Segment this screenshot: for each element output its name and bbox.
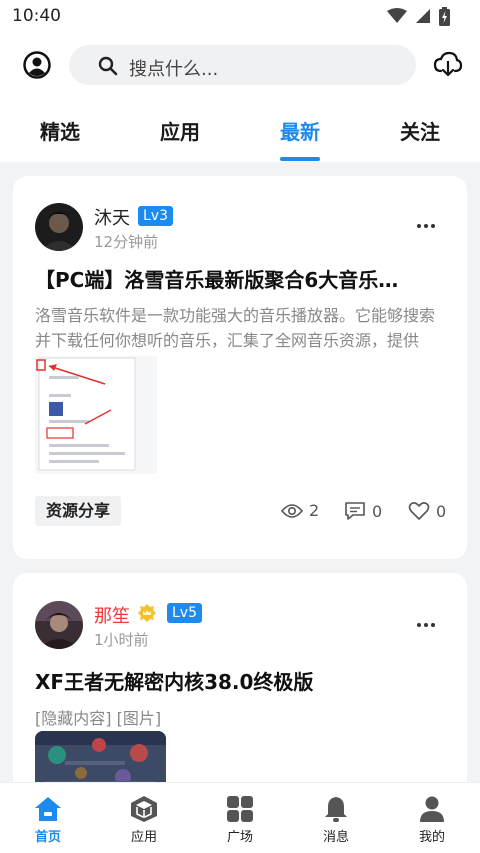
tab-apps[interactable]: 应用 <box>160 116 200 145</box>
tab-latest[interactable]: 最新 <box>280 116 320 145</box>
more-options-icon[interactable] <box>417 623 435 627</box>
wifi-icon <box>387 8 407 23</box>
bell-icon <box>325 797 347 822</box>
nav-apps-label: 应用 <box>130 830 157 845</box>
tab-featured[interactable]: 精选 <box>40 116 80 145</box>
topic-tag[interactable]: 资源分享 <box>35 496 122 526</box>
app-header: 搜点什么... <box>0 40 480 90</box>
search-icon <box>98 56 118 76</box>
level-badge: Lv5 <box>167 603 202 623</box>
views-count: 2 <box>309 501 320 520</box>
author-name[interactable]: 沐天 <box>94 204 130 230</box>
account-avatar-icon[interactable] <box>23 51 51 79</box>
search-bar[interactable]: 搜点什么... <box>69 45 416 85</box>
more-options-icon[interactable] <box>417 224 435 228</box>
views-stat: 2 <box>281 501 319 520</box>
cube-icon <box>131 796 157 822</box>
status-time: 10:40 <box>12 6 61 26</box>
nav-messages-label: 消息 <box>322 830 349 845</box>
nav-messages[interactable]: 消息 <box>306 795 366 845</box>
post-excerpt: 洛雪音乐软件是一款功能强大的音乐播放器。它能够搜索并下载任何你想听的音乐，汇集了… <box>35 306 436 350</box>
nav-me[interactable]: 我的 <box>402 795 462 845</box>
post-title[interactable]: 【PC端】洛雪音乐最新版聚合6大音乐… <box>35 264 447 293</box>
bottom-nav: 首页 应用 广场 消息 我的 <box>0 782 480 853</box>
nav-me-label: 我的 <box>418 830 445 845</box>
battery-icon <box>439 6 450 26</box>
grid-icon <box>227 796 253 822</box>
comments-count: 0 <box>372 501 383 521</box>
post-title[interactable]: XF王者无解密内核38.0终极版 <box>35 666 313 695</box>
crown-badge-icon <box>138 604 156 622</box>
comment-icon <box>345 502 365 520</box>
cloud-download-icon[interactable] <box>433 51 463 79</box>
nav-square[interactable]: 广场 <box>210 795 270 845</box>
post-card[interactable]: 沐天 Lv3 12分钟前 【PC端】洛雪音乐最新版聚合6大音乐… 洛雪音乐软件是… <box>13 176 467 559</box>
top-area: 10:40 搜点什么... 精选 应用 最新 关注 <box>0 0 480 162</box>
nav-home[interactable]: 首页 <box>18 795 78 845</box>
search-placeholder: 搜点什么... <box>129 59 219 80</box>
likes-stat[interactable]: 0 <box>408 501 446 521</box>
author-name[interactable]: 那笙 <box>94 602 130 628</box>
comments-stat[interactable]: 0 <box>344 501 382 521</box>
post-time: 1小时前 <box>94 631 149 649</box>
post-time: 12分钟前 <box>94 233 159 251</box>
active-tab-indicator <box>280 157 320 161</box>
person-icon <box>420 796 444 822</box>
post-hidden-content: [隐藏内容] [图片] <box>35 709 162 728</box>
feed-tabs: 精选 应用 最新 关注 <box>0 112 480 162</box>
nav-apps[interactable]: 应用 <box>114 795 174 845</box>
status-icons <box>387 6 450 26</box>
post-image[interactable] <box>35 356 157 474</box>
home-icon <box>35 797 61 821</box>
nav-home-label: 首页 <box>34 830 61 845</box>
author-avatar[interactable] <box>35 601 83 649</box>
nav-square-label: 广场 <box>226 830 253 845</box>
signal-icon <box>416 9 430 23</box>
author-avatar[interactable] <box>35 203 83 251</box>
status-bar: 10:40 <box>0 0 480 32</box>
level-badge: Lv3 <box>138 206 173 226</box>
eye-icon <box>281 503 303 518</box>
tab-following[interactable]: 关注 <box>400 116 440 145</box>
heart-icon <box>408 502 430 520</box>
likes-count: 0 <box>436 501 447 521</box>
